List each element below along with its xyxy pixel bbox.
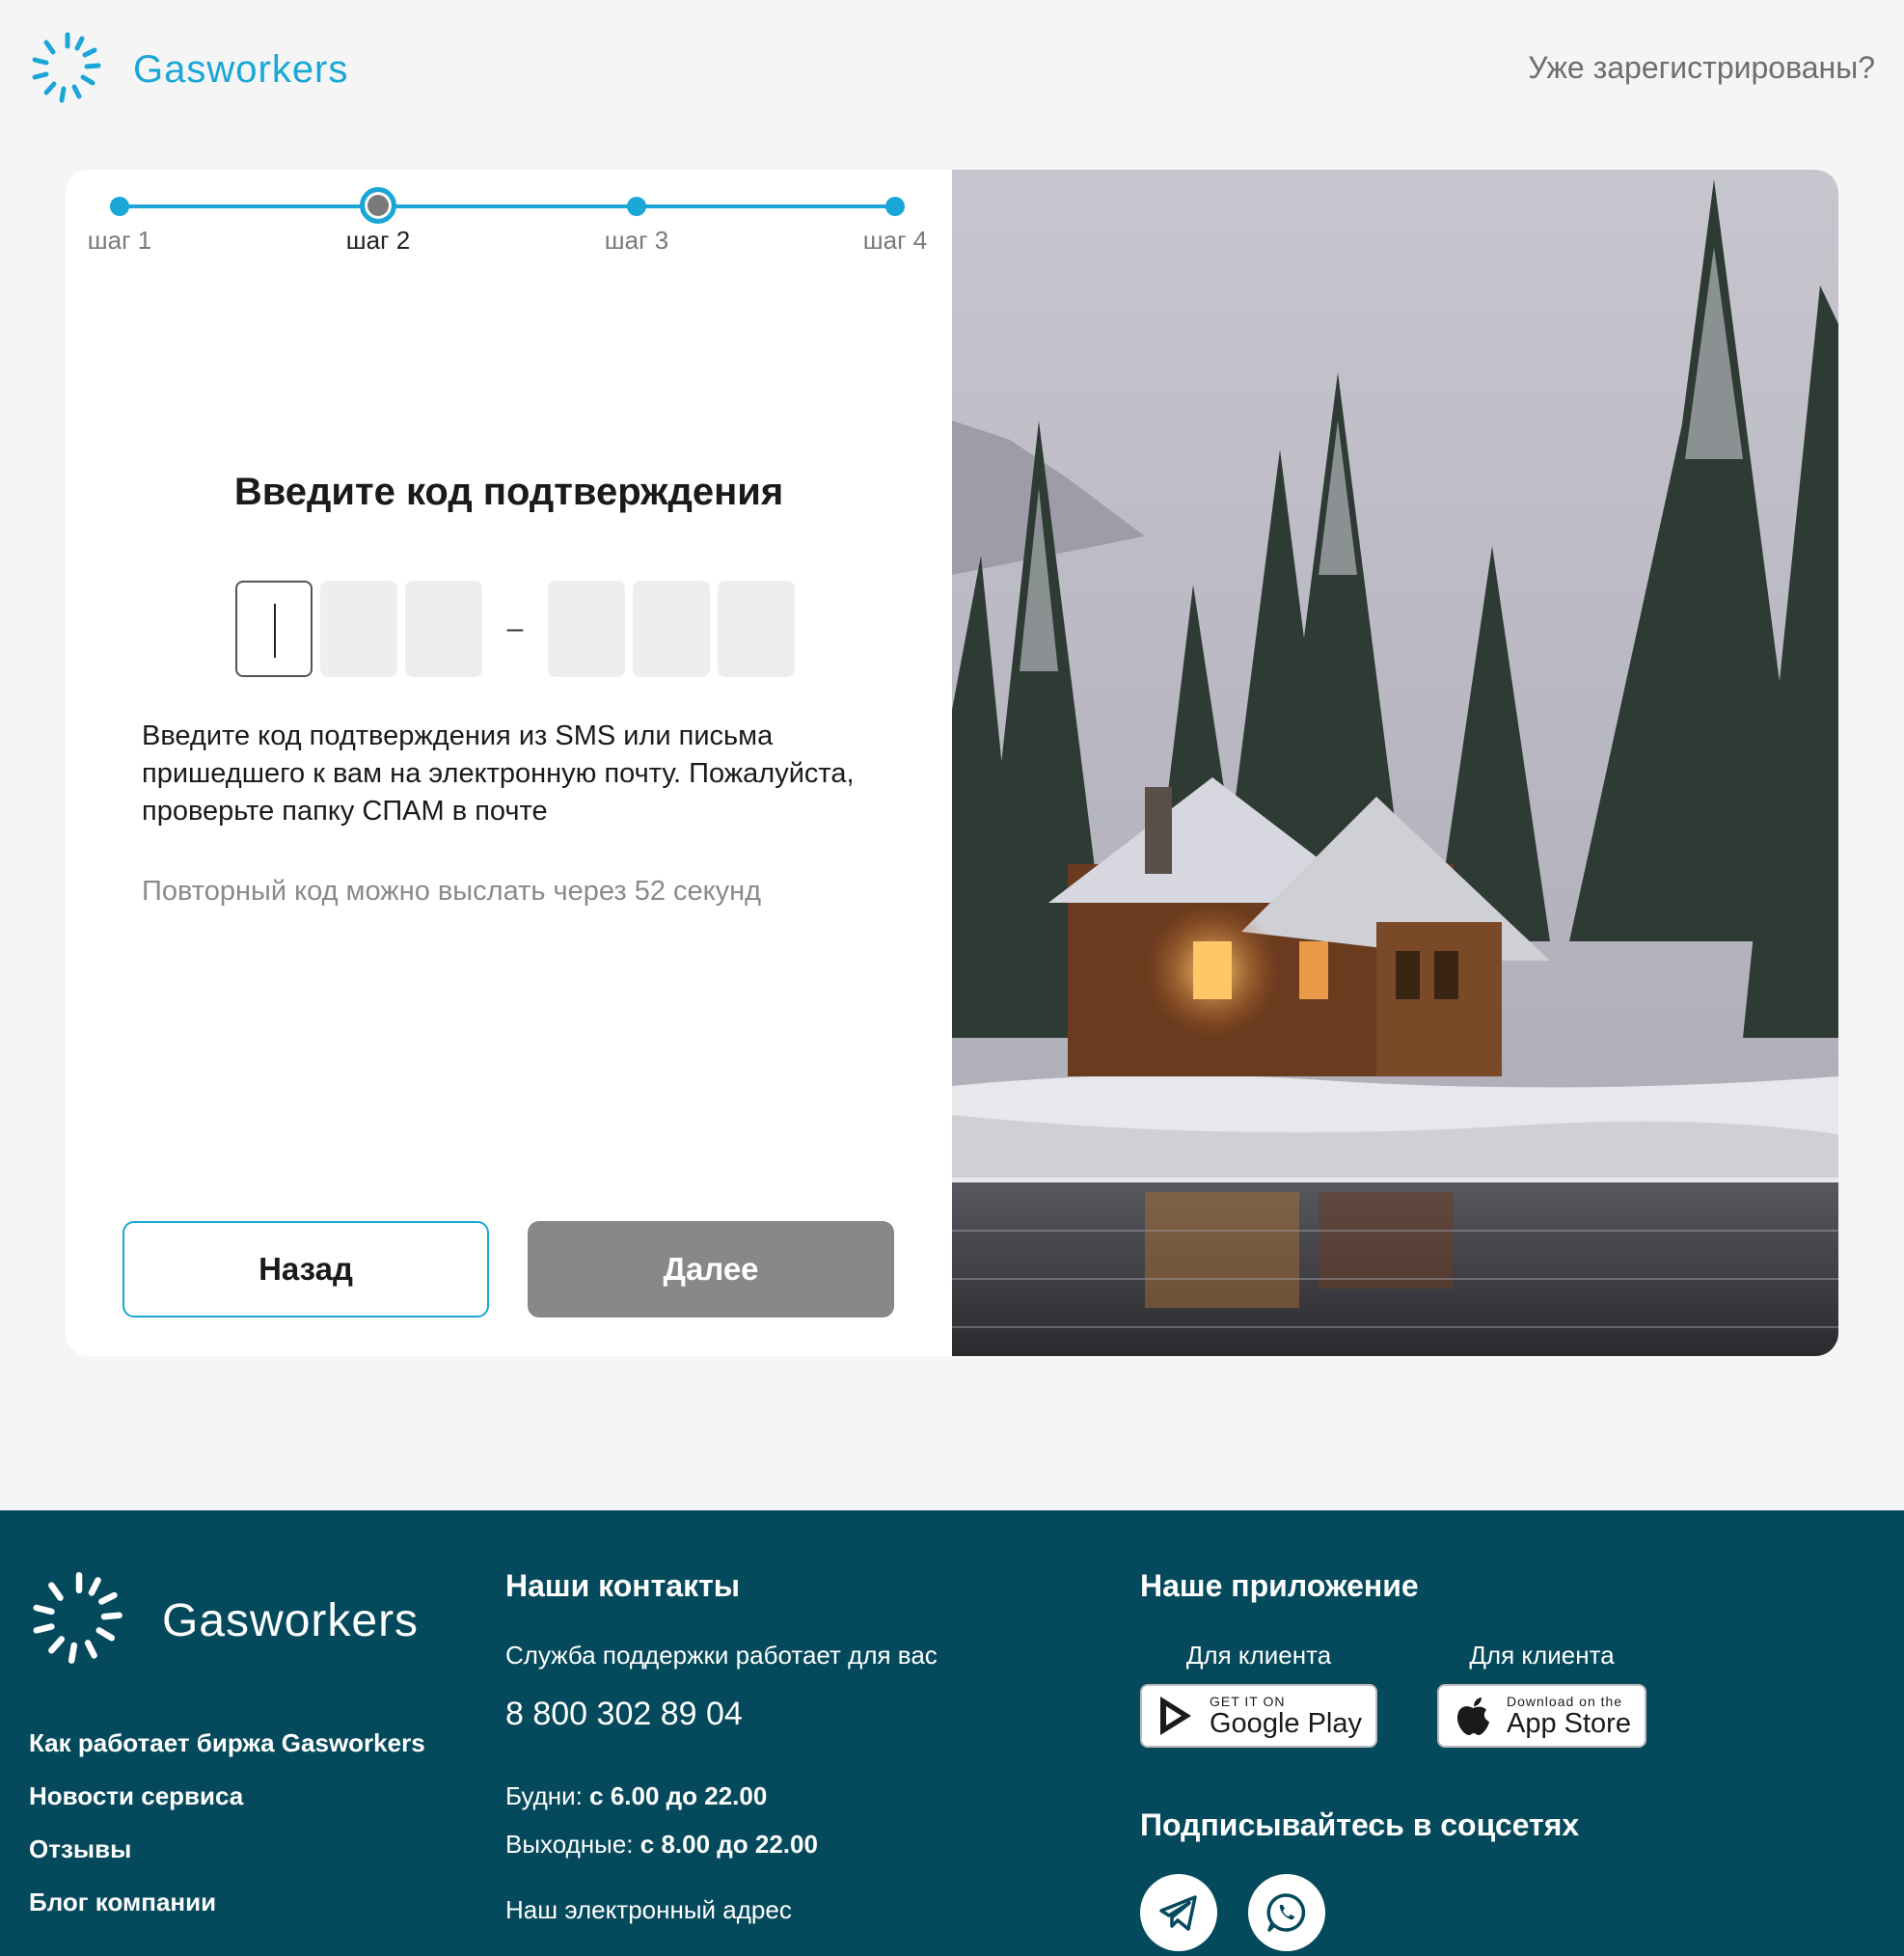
step-1-dot (110, 197, 129, 216)
apple-icon (1457, 1698, 1489, 1735)
footer: Gasworkers Как работает биржа Gasworkers… (0, 1510, 1904, 1956)
weekend-label: Выходные: (505, 1830, 634, 1859)
footer-logo[interactable]: Gasworkers (29, 1570, 419, 1671)
google-play-for-label: Для клиента (1185, 1641, 1332, 1670)
code-digit-1[interactable] (235, 581, 313, 677)
contacts-heading: Наши контакты (505, 1568, 741, 1603)
google-play-icon (1160, 1697, 1191, 1735)
resend-timer: Повторный код можно выслать через 52 сек… (142, 876, 762, 907)
step-3-label: шаг 3 (604, 226, 669, 255)
support-text: Служба поддержки работает для вас (505, 1641, 938, 1670)
google-play-column: Для клиента GET IT ON Google Play (1140, 1641, 1377, 1748)
logo-burst-icon (33, 1571, 122, 1664)
working-hours: Будни: с 6.00 до 22.00 Выходные: с 8.00 … (505, 1772, 938, 1868)
app-store-column: Для клиента Download on the App Store (1437, 1641, 1646, 1748)
code-separator: – (506, 612, 524, 644)
weekdays-hours: с 6.00 до 22.00 (589, 1781, 768, 1810)
registration-card: шаг 1 шаг 2 шаг 3 шаг 4 Введите код подт… (66, 170, 1838, 1356)
code-digit-2[interactable] (320, 581, 397, 677)
code-digit-5[interactable] (633, 581, 710, 677)
app-store-big: App Store (1507, 1708, 1631, 1739)
google-play-small: GET IT ON (1210, 1694, 1286, 1709)
code-digit-6[interactable] (718, 581, 795, 677)
weekend-hours: с 8.00 до 22.00 (639, 1830, 818, 1859)
footer-contacts: Наши контакты Служба поддержки работает … (505, 1568, 938, 1925)
whatsapp-icon[interactable] (1248, 1874, 1325, 1951)
email-label: Наш электронный адрес (505, 1895, 792, 1924)
code-instructions: Введите код подтверждения из SMS или пис… (142, 720, 855, 827)
footer-app: Наше приложение Для клиента GET IT ON Go… (1140, 1568, 1757, 1951)
step-2-dot (360, 187, 396, 224)
telegram-glyph (1159, 1895, 1197, 1931)
footer-link-how-it-works[interactable]: Как работает биржа Gasworkers (29, 1728, 425, 1781)
logo[interactable]: Gasworkers (29, 31, 348, 108)
logo-burst-icon (32, 32, 101, 103)
page-title: Введите код подтверждения (233, 471, 784, 513)
code-input-group: – (235, 581, 802, 677)
back-button[interactable]: Назад (122, 1221, 489, 1318)
footer-logo-text: Gasworkers (162, 1594, 420, 1646)
social-links (1140, 1874, 1757, 1951)
step-3-dot (627, 197, 646, 216)
step-1-label: шаг 1 (87, 226, 152, 255)
stepper: шаг 1 шаг 2 шаг 3 шаг 4 (66, 170, 952, 276)
footer-links: Как работает биржа Gasworkers Новости се… (29, 1728, 425, 1941)
stepper-line (120, 204, 895, 208)
app-badges: Для клиента GET IT ON Google Play Для кл… (1140, 1641, 1757, 1748)
support-phone[interactable]: 8 800 302 89 04 (505, 1696, 938, 1733)
form-panel: шаг 1 шаг 2 шаг 3 шаг 4 Введите код подт… (66, 170, 952, 1356)
google-play-big: Google Play (1210, 1708, 1362, 1739)
app-store-badge[interactable]: Download on the App Store (1437, 1684, 1646, 1748)
code-digit-4[interactable] (548, 581, 625, 677)
step-2-label: шаг 2 (345, 226, 411, 255)
code-digit-3[interactable] (405, 581, 482, 677)
cabin-photo (952, 170, 1838, 1356)
step-4-dot (885, 197, 905, 216)
footer-link-blog[interactable]: Блог компании (29, 1888, 425, 1941)
footer-link-reviews[interactable]: Отзывы (29, 1834, 425, 1888)
app-store-small: Download on the (1507, 1694, 1623, 1709)
app-store-for-label: Для клиента (1469, 1641, 1615, 1670)
whatsapp-glyph (1266, 1893, 1306, 1932)
step-4-label: шаг 4 (862, 226, 928, 255)
app-heading: Наше приложение (1140, 1568, 1419, 1603)
google-play-badge[interactable]: GET IT ON Google Play (1140, 1684, 1377, 1748)
logo-text: Gasworkers (133, 47, 349, 91)
telegram-icon[interactable] (1140, 1874, 1217, 1951)
footer-link-news[interactable]: Новости сервиса (29, 1781, 425, 1834)
next-button[interactable]: Далее (528, 1221, 894, 1318)
weekdays-label: Будни: (505, 1781, 583, 1810)
social-heading: Подписывайтесь в соцсетях (1140, 1807, 1580, 1842)
already-registered-link[interactable]: Уже зарегистрированы? (1528, 50, 1875, 86)
winter-cabin-image (952, 170, 1838, 1356)
